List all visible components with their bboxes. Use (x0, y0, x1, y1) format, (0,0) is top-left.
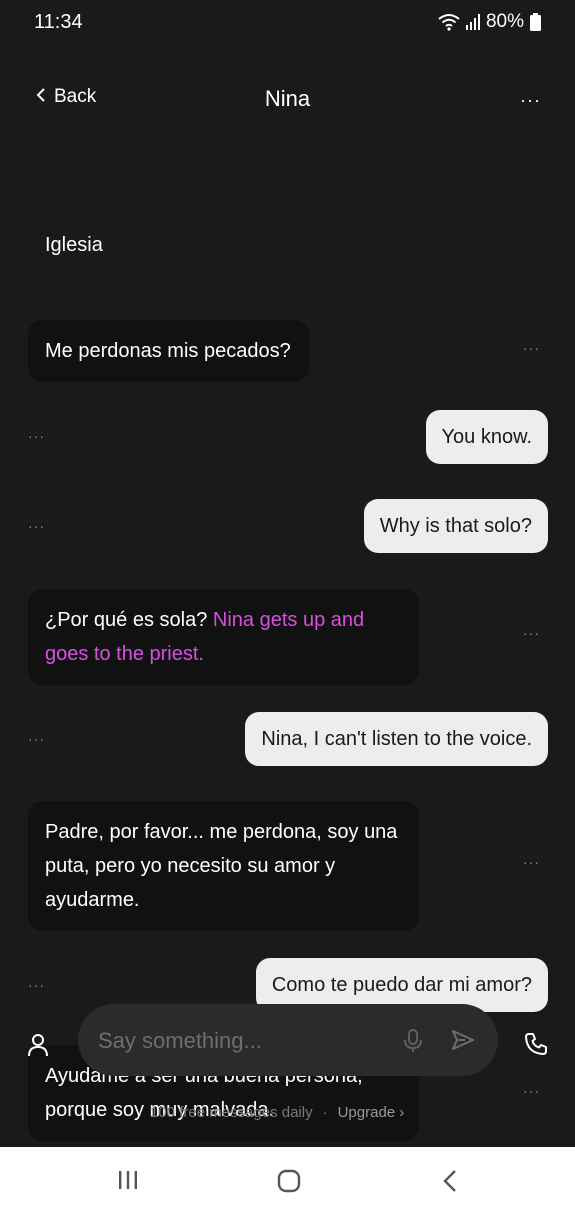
battery-icon (530, 13, 541, 31)
status-bar: 11:34 80% (0, 0, 575, 44)
more-options-button[interactable]: ··· (520, 90, 541, 111)
message-text: Padre, por favor... me perdona, soy una … (45, 821, 398, 911)
message-composer (78, 1004, 498, 1076)
recent-apps-button[interactable] (117, 1169, 139, 1196)
battery-percent: 80% (485, 11, 524, 32)
chat-title: Nina (264, 86, 311, 111)
profile-button[interactable] (27, 1033, 49, 1062)
separator: · (322, 1104, 328, 1121)
status-icons: 80% (438, 11, 541, 33)
message-options-button[interactable]: ··· (523, 854, 540, 870)
message-text: Me perdonas mis pecados? (45, 340, 291, 362)
user-message: You know. (425, 410, 548, 464)
bot-message: ¿Por qué es sola? Nina gets up and goes … (28, 589, 419, 685)
system-nav-bar (0, 1147, 575, 1214)
wifi-icon (438, 13, 460, 31)
send-icon (451, 1030, 475, 1055)
message-options-button[interactable]: ··· (523, 625, 540, 641)
message-options-button[interactable]: ··· (523, 1083, 540, 1099)
system-back-button[interactable] (441, 1169, 459, 1198)
call-button[interactable] (524, 1032, 548, 1061)
message-text: You know. (441, 426, 532, 448)
message-text: ¿Por qué es sola? (45, 609, 208, 631)
message-text: Como te puedo dar mi amor? (271, 974, 532, 996)
message-options-button[interactable]: ··· (523, 340, 540, 356)
home-button[interactable] (277, 1169, 301, 1198)
bot-message: Padre, por favor... me perdona, soy una … (28, 801, 419, 931)
message-options-button[interactable]: ··· (28, 428, 45, 444)
send-button[interactable] (451, 1029, 475, 1056)
upgrade-link[interactable]: Upgrade › (338, 1104, 405, 1121)
free-messages-note: 100 free messages daily (150, 1104, 313, 1121)
user-message: Nina, I can't listen to the voice. (245, 712, 548, 766)
signal-icon (465, 14, 480, 30)
message-input[interactable] (98, 1026, 398, 1056)
message-options-button[interactable]: ··· (28, 518, 45, 534)
home-icon (277, 1169, 301, 1197)
status-time: 11:34 (34, 10, 83, 33)
message-text: Nina, I can't listen to the voice. (261, 728, 532, 750)
bot-message: Me perdonas mis pecados? (28, 320, 309, 382)
usage-note: 100 free messages daily · Upgrade › (150, 1104, 404, 1121)
message-text: Why is that solo? (379, 515, 532, 537)
phone-icon (524, 1033, 548, 1060)
user-message: Why is that solo? (363, 499, 548, 553)
person-icon (27, 1034, 49, 1061)
recent-apps-icon (117, 1171, 139, 1195)
chat-header: Back Nina ··· (0, 74, 575, 124)
back-arrow-icon (441, 1170, 459, 1197)
microphone-button[interactable] (404, 1029, 422, 1058)
scene-label: Iglesia (45, 234, 103, 256)
message-options-button[interactable]: ··· (28, 977, 45, 993)
message-options-button[interactable]: ··· (28, 731, 45, 747)
microphone-icon (404, 1029, 422, 1057)
